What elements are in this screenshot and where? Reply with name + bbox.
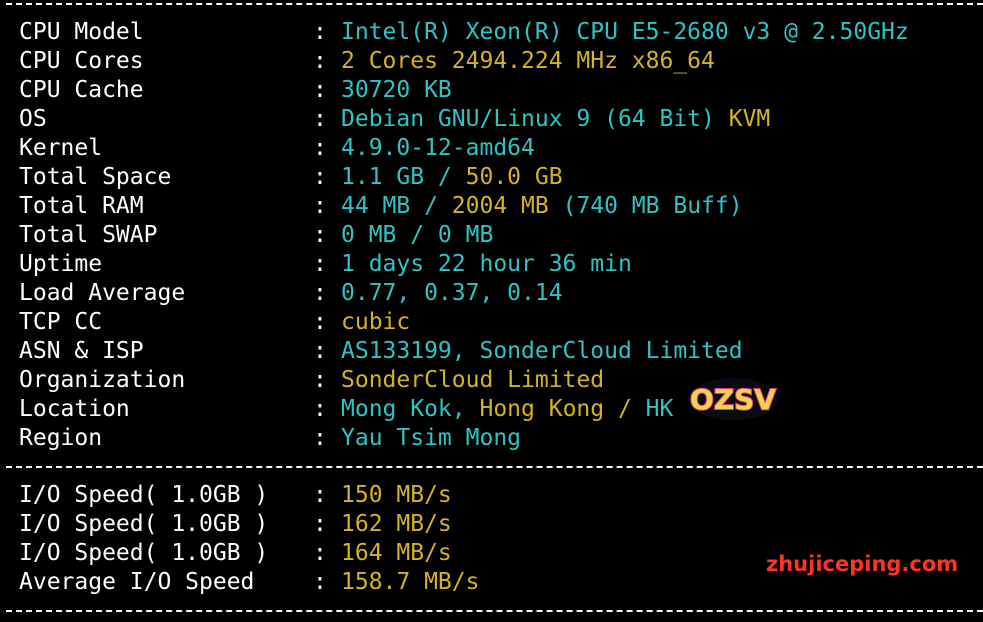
row-separator: : <box>313 569 327 595</box>
top-divider <box>6 3 983 5</box>
row-label: Average I/O Speed <box>19 569 255 595</box>
value-segment: Hong Kong / <box>479 396 646 422</box>
row-label: Total Space <box>19 164 172 190</box>
row-label: I/O Speed( 1.0GB ) <box>19 511 269 537</box>
value-segment: 44 MB / <box>341 193 452 219</box>
row-value: 44 MB / 2004 MB (740 MB Buff) <box>341 192 743 221</box>
row-value: 162 MB/s <box>341 510 452 539</box>
row-value: Mong Kok, Hong Kong / HK <box>341 395 673 424</box>
row-label: Total SWAP <box>19 222 158 248</box>
row-separator: : <box>313 511 327 537</box>
row-value: 158.7 MB/s <box>341 568 479 597</box>
row-label: Organization <box>19 367 186 393</box>
row-label: CPU Cores <box>19 48 144 74</box>
value-segment: 4.9.0-12-amd64 <box>341 135 535 161</box>
value-segment: 0 MB / 0 MB <box>341 222 494 248</box>
row-value: 1 days 22 hour 36 min <box>341 250 632 279</box>
row-label: Total RAM <box>19 193 144 219</box>
value-segment: 162 MB/s <box>341 511 452 537</box>
value-segment: KVM <box>728 106 771 132</box>
row-label: Location <box>19 396 130 422</box>
row-label: Region <box>19 425 103 451</box>
value-segment: 50.0 GB <box>465 164 563 190</box>
value-segment: 150 MB/s <box>341 482 452 508</box>
row-separator: : <box>313 425 327 451</box>
value-segment: Debian GNU/Linux 9 (64 Bit) <box>341 106 729 132</box>
row-separator: : <box>313 309 327 335</box>
value-segment: 1 days 22 hour 36 min <box>341 251 632 277</box>
value-segment: AS133199, SonderCloud Limited <box>341 338 743 364</box>
ozsv-logo-watermark: OZSV <box>688 378 778 420</box>
value-segment: Yau Tsim Mong <box>341 425 522 451</box>
value-segment: 2 Cores 2494.224 MHz x86_64 <box>341 48 715 74</box>
site-watermark: zhujiceping.com <box>766 552 959 576</box>
row-label: Load Average <box>19 280 186 306</box>
value-segment: 164 MB/s <box>341 540 452 566</box>
row-separator: : <box>313 540 327 566</box>
value-segment: SonderCloud Limited <box>341 367 605 393</box>
row-value: 4.9.0-12-amd64 <box>341 134 535 163</box>
row-value: 0 MB / 0 MB <box>341 221 493 250</box>
row-separator: : <box>313 338 327 364</box>
row-separator: : <box>313 77 327 103</box>
row-separator: : <box>313 135 327 161</box>
row-separator: : <box>313 19 327 45</box>
row-separator: : <box>313 396 327 422</box>
terminal-window[interactable]: CPU Model: Intel(R) Xeon(R) CPU E5-2680 v… <box>0 0 983 622</box>
value-segment: 0.77, 0.37, 0.14 <box>341 280 563 306</box>
row-label: I/O Speed( 1.0GB ) <box>19 540 269 566</box>
row-label: I/O Speed( 1.0GB ) <box>19 482 269 508</box>
row-value: SonderCloud Limited <box>341 366 604 395</box>
ozsv-logo-text: OZSV <box>690 383 776 416</box>
value-segment: HK <box>645 396 674 422</box>
row-value: 0.77, 0.37, 0.14 <box>341 279 563 308</box>
value-segment: 1.1 GB / <box>341 164 466 190</box>
row-label: Kernel <box>19 135 103 161</box>
value-segment: 2004 MB <box>451 193 549 219</box>
row-value: 1.1 GB / 50.0 GB <box>341 163 563 192</box>
row-separator: : <box>313 482 327 508</box>
row-value: 164 MB/s <box>341 539 452 568</box>
row-label: CPU Cache <box>19 77 144 103</box>
row-value: 30720 KB <box>341 76 452 105</box>
row-separator: : <box>313 222 327 248</box>
row-separator: : <box>313 106 327 132</box>
row-value: 150 MB/s <box>341 481 452 510</box>
row-value: AS133199, SonderCloud Limited <box>341 337 743 366</box>
value-segment: Mong Kok, <box>341 396 480 422</box>
value-segment: 30720 KB <box>341 77 452 103</box>
row-label: OS <box>19 106 47 132</box>
row-label: CPU Model <box>19 19 144 45</box>
row-value: Intel(R) Xeon(R) CPU E5-2680 v3 @ 2.50GH… <box>341 18 909 47</box>
row-label: Uptime <box>19 251 103 277</box>
row-value: cubic <box>341 308 410 337</box>
bottom-divider <box>6 610 983 612</box>
row-separator: : <box>313 193 327 219</box>
value-segment: (740 MB Buff) <box>548 193 743 219</box>
row-separator: : <box>313 48 327 74</box>
value-segment: cubic <box>341 309 411 335</box>
row-value: Debian GNU/Linux 9 (64 Bit) KVM <box>341 105 770 134</box>
row-separator: : <box>313 164 327 190</box>
row-separator: : <box>313 367 327 393</box>
row-value: Yau Tsim Mong <box>341 424 521 453</box>
value-segment: Intel(R) Xeon(R) CPU E5-2680 v3 @ 2.50GH… <box>341 19 909 45</box>
row-separator: : <box>313 251 327 277</box>
row-value: 2 Cores 2494.224 MHz x86_64 <box>341 47 715 76</box>
value-segment: 158.7 MB/s <box>341 569 480 595</box>
middle-divider <box>6 466 983 468</box>
row-label: ASN & ISP <box>19 338 144 364</box>
row-separator: : <box>313 280 327 306</box>
row-label: TCP CC <box>19 309 103 335</box>
